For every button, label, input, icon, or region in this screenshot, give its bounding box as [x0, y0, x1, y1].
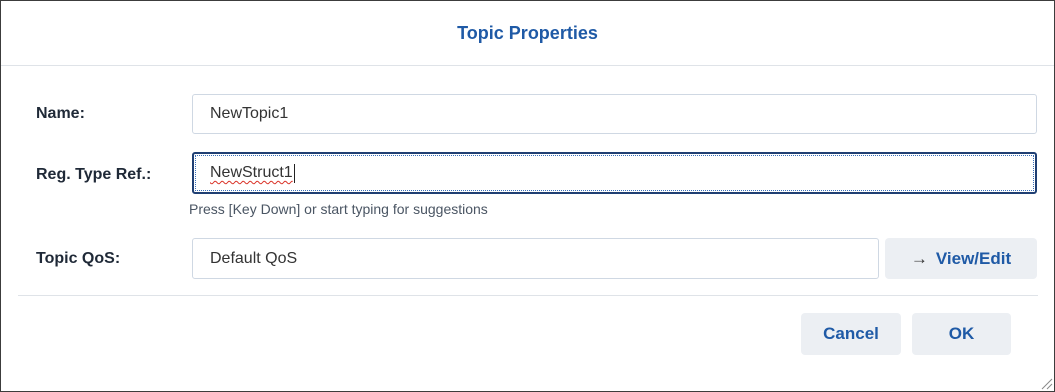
reg-type-ref-label: Reg. Type Ref.:	[36, 166, 152, 183]
arrow-right-icon: →	[910, 248, 928, 268]
topic-qos-label: Topic QoS:	[36, 250, 121, 267]
topic-qos-input[interactable]: Default QoS	[192, 238, 879, 279]
ok-button[interactable]: OK	[912, 313, 1011, 355]
view-edit-label: View/Edit	[935, 248, 1012, 268]
ok-button-label: OK	[948, 324, 975, 343]
cancel-button[interactable]: Cancel	[801, 313, 901, 355]
reg-type-ref-hint: Press [Key Down] or start typing for sug…	[189, 201, 488, 217]
name-input-value: NewTopic1	[210, 105, 289, 122]
name-input[interactable]: NewTopic1	[192, 94, 1037, 134]
dialog-title: Topic Properties	[457, 22, 598, 43]
reg-type-ref-input-value: NewStruct1	[210, 164, 293, 181]
view-edit-button[interactable]: → View/Edit	[885, 238, 1037, 279]
reg-type-ref-input[interactable]: NewStruct1	[192, 152, 1037, 194]
text-caret	[293, 163, 295, 183]
footer-divider	[18, 295, 1038, 296]
dialog-header: Topic Properties	[1, 1, 1054, 66]
resize-grip-icon[interactable]	[1039, 376, 1053, 390]
topic-qos-input-value: Default QoS	[210, 249, 298, 267]
topic-properties-dialog: Topic Properties Name: NewTopic1 Reg. Ty…	[0, 0, 1055, 392]
name-label: Name:	[36, 105, 85, 122]
cancel-button-label: Cancel	[823, 324, 879, 343]
